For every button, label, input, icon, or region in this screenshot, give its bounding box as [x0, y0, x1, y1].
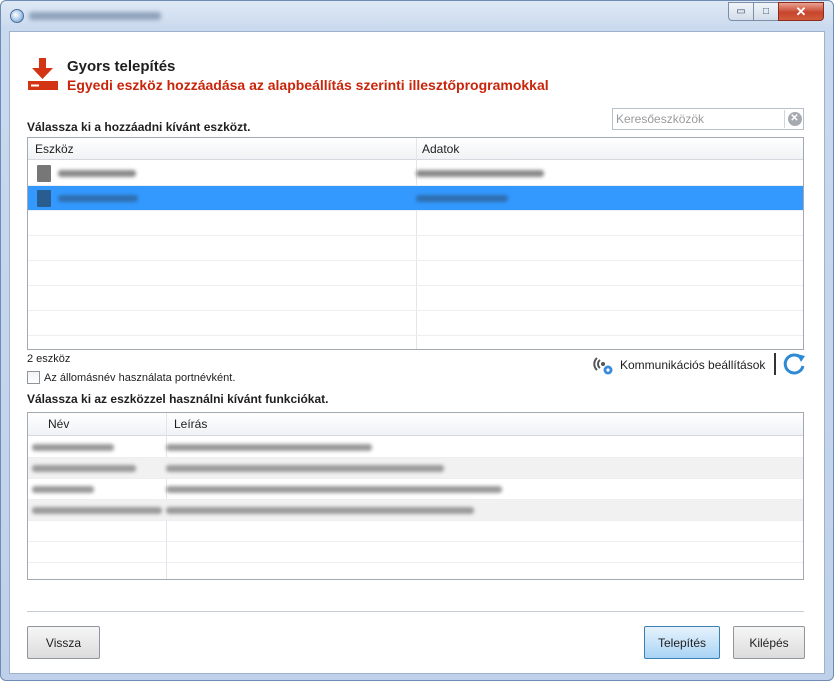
footer-divider — [27, 611, 804, 612]
communication-settings-icon — [593, 357, 613, 375]
app-icon — [10, 9, 24, 23]
install-button[interactable]: Telepítés — [644, 626, 720, 659]
hostname-option[interactable]: Az állomásnév használata portnévként. — [27, 371, 235, 384]
function-row[interactable] — [28, 479, 803, 500]
title-bar[interactable]: ▭ □ ✕ — [1, 1, 833, 29]
function-row[interactable] — [28, 500, 803, 521]
installer-window: ▭ □ ✕ Gyors telepítés Egyedi eszköz hozz… — [0, 0, 834, 681]
function-section-heading: Válassza ki az eszközzel használni kíván… — [27, 392, 329, 406]
device-section-heading: Válassza ki a hozzáadni kívánt eszközt. — [27, 120, 251, 134]
minimize-button[interactable]: ▭ — [728, 2, 754, 21]
column-header-name[interactable]: Név — [48, 417, 69, 431]
exit-button[interactable]: Kilépés — [733, 626, 805, 659]
function-table-header: Név Leírás — [28, 413, 803, 436]
device-table[interactable]: Eszköz Adatok — [27, 137, 804, 350]
column-header-data[interactable]: Adatok — [422, 142, 459, 156]
function-name — [32, 444, 114, 451]
empty-row — [28, 521, 803, 542]
printer-icon — [37, 190, 51, 207]
page-subtitle: Egyedi eszköz hozzáadása az alapbeállítá… — [67, 77, 549, 93]
device-count: 2 eszköz — [27, 353, 71, 365]
hostname-checkbox[interactable] — [27, 371, 40, 384]
search-input[interactable] — [613, 109, 781, 129]
function-name — [32, 507, 162, 514]
maximize-icon: □ — [762, 6, 770, 17]
device-row[interactable] — [28, 161, 803, 186]
communication-settings-link[interactable]: Kommunikációs beállítások — [592, 354, 765, 376]
function-name — [32, 465, 136, 472]
device-search-box[interactable]: ✕ — [612, 108, 804, 130]
maximize-button[interactable]: □ — [753, 2, 779, 21]
empty-row — [28, 563, 803, 579]
toolbar-separator — [774, 353, 776, 375]
function-table[interactable]: Név Leírás — [27, 412, 804, 580]
communication-settings-label: Kommunikációs beállítások — [620, 358, 766, 372]
page-title: Gyors telepítés — [67, 58, 176, 75]
close-button[interactable]: ✕ — [778, 2, 824, 21]
function-description — [166, 444, 372, 451]
empty-row — [28, 542, 803, 563]
download-install-icon — [28, 58, 58, 90]
function-row[interactable] — [28, 458, 803, 479]
empty-row — [28, 211, 803, 236]
function-description — [166, 486, 502, 493]
function-description — [166, 465, 444, 472]
empty-row — [28, 311, 803, 336]
clear-search-icon: ✕ — [787, 112, 802, 126]
empty-row — [28, 286, 803, 311]
function-description — [166, 507, 474, 514]
printer-icon — [37, 165, 51, 182]
minimize-icon: ▭ — [736, 6, 746, 17]
column-header-description[interactable]: Leírás — [174, 417, 207, 431]
empty-row — [28, 261, 803, 286]
hostname-checkbox-label: Az állomásnév használata portnévként. — [44, 371, 236, 384]
device-data — [416, 195, 508, 202]
empty-row — [28, 236, 803, 261]
device-name — [58, 170, 136, 177]
back-button[interactable]: Vissza — [27, 626, 100, 659]
function-name — [32, 486, 94, 493]
refresh-icon[interactable] — [782, 352, 806, 376]
column-header-device[interactable]: Eszköz — [35, 142, 74, 156]
device-row-selected[interactable] — [28, 186, 803, 211]
dialog-content: Gyors telepítés Egyedi eszköz hozzáadása… — [9, 31, 825, 674]
clear-search-button[interactable]: ✕ — [784, 110, 804, 128]
device-data — [416, 170, 544, 177]
device-name — [58, 195, 138, 202]
close-icon: ✕ — [795, 3, 807, 19]
window-title — [29, 12, 161, 20]
function-row[interactable] — [28, 437, 803, 458]
